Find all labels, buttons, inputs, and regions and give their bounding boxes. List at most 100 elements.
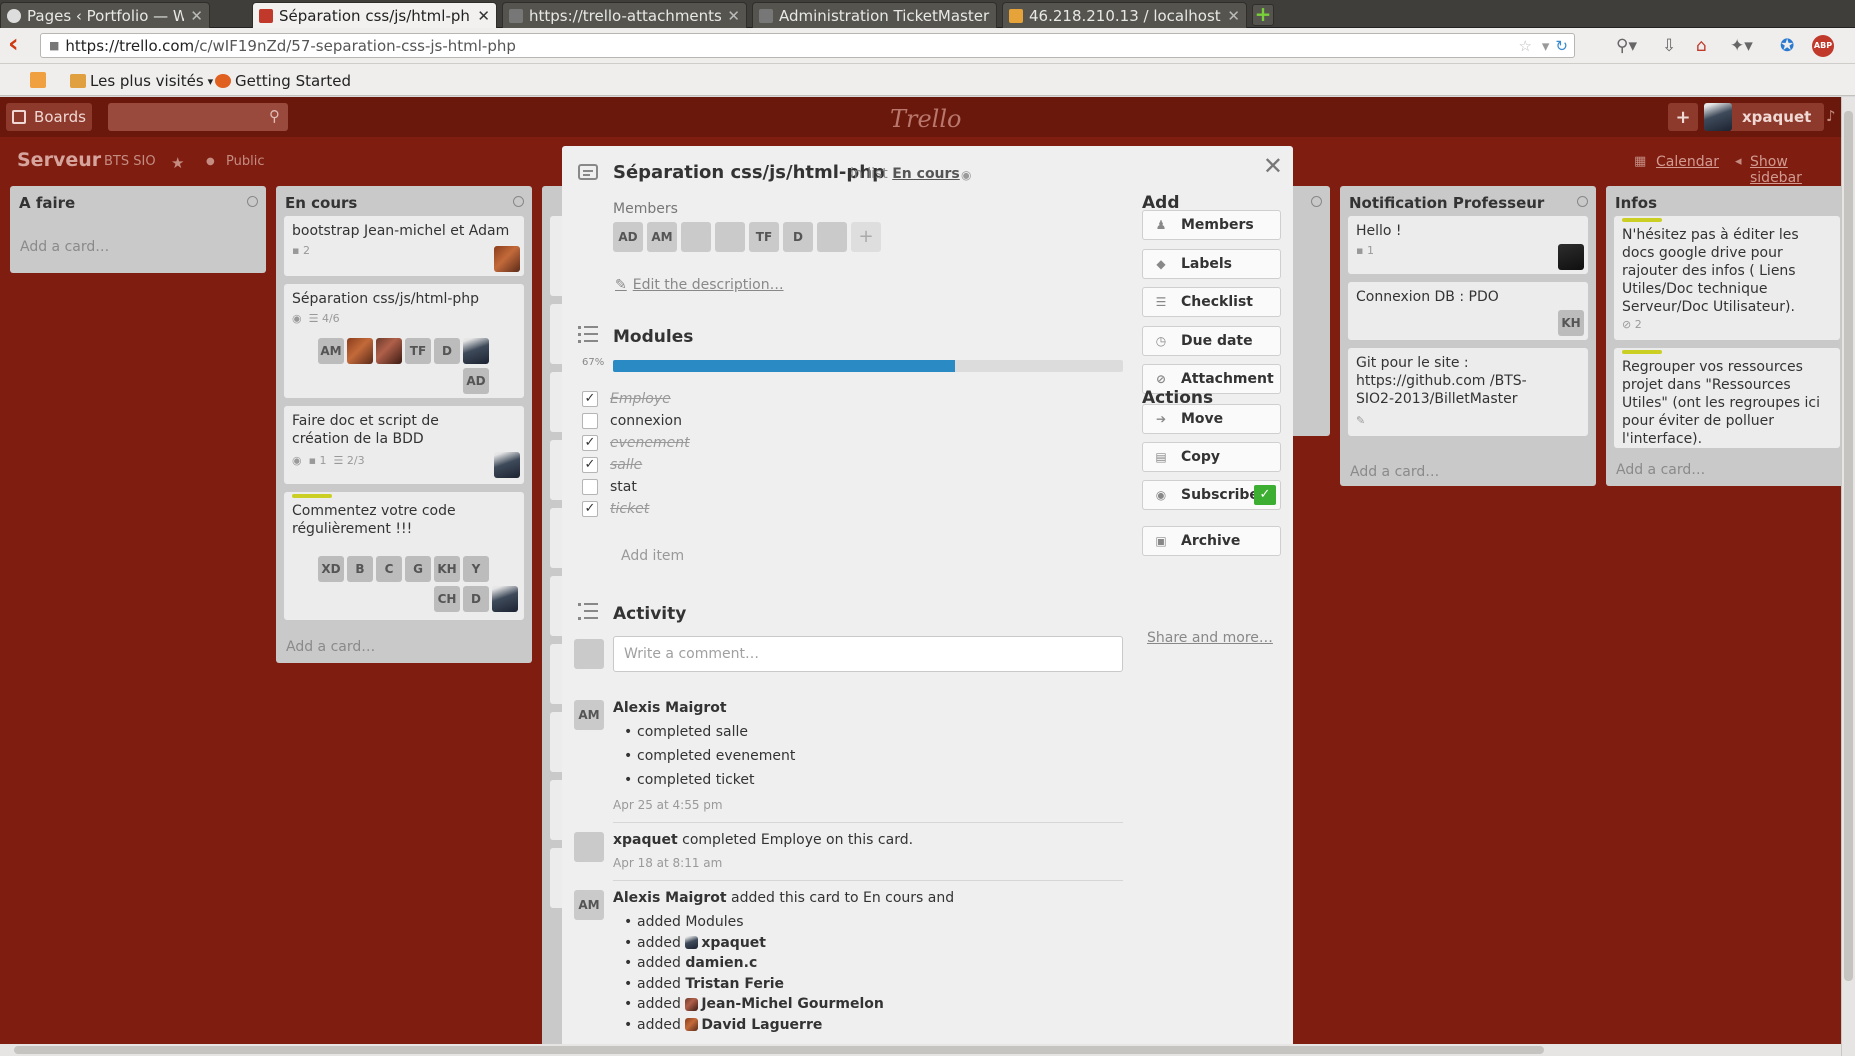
list-link[interactable]: En cours	[892, 166, 960, 182]
due-date-button[interactable]: ◷ Due date	[1142, 325, 1281, 356]
list-card[interactable]: Hello ! ▪ 1	[1348, 216, 1588, 274]
checklist-item-text[interactable]: connexion	[610, 413, 682, 429]
member-avatar[interactable]: TF	[749, 222, 779, 252]
add-card-link[interactable]: Add a card…	[1616, 462, 1705, 478]
checklist-item[interactable]: ✓ ticket	[582, 498, 649, 520]
vertical-scrollbar[interactable]	[1841, 97, 1855, 1056]
notifications-icon[interactable]: ♪	[1826, 107, 1836, 125]
close-tab-icon[interactable]: ✕	[190, 7, 203, 25]
card-title[interactable]: Séparation css/js/html-php	[613, 162, 885, 183]
member-avatar[interactable]	[817, 222, 847, 252]
close-tab-icon[interactable]: ✕	[477, 7, 490, 25]
list-card[interactable]: Git pour le site : https://github.com /B…	[1348, 348, 1588, 436]
list-menu-icon[interactable]	[247, 196, 258, 207]
calendar-link[interactable]: Calendar	[1656, 154, 1719, 170]
member-avatar[interactable]: AM	[647, 222, 677, 252]
edit-description-link[interactable]: ✎ Edit the description…	[615, 277, 784, 293]
labels-button[interactable]: ◆ Labels	[1142, 248, 1281, 279]
list-card[interactable]: Regrouper vos ressources projet dans "Re…	[1614, 348, 1840, 448]
member-avatar[interactable]	[715, 222, 745, 252]
star-icon[interactable]: ★	[171, 154, 184, 172]
show-sidebar-link[interactable]: Show sidebar	[1750, 154, 1841, 186]
checkbox-checked[interactable]: ✓	[582, 457, 598, 473]
checklist-item[interactable]: connexion	[582, 410, 682, 432]
rss-icon[interactable]	[30, 72, 46, 88]
checklist-button[interactable]: ☰ Checklist	[1142, 287, 1281, 317]
checkbox-checked[interactable]: ✓	[582, 501, 598, 517]
member-avatar[interactable]: AD	[613, 222, 643, 252]
home-icon[interactable]: ⌂	[1696, 36, 1707, 56]
checklist-item-text[interactable]: evenement	[610, 435, 690, 451]
activity-date[interactable]: Apr 25 at 4:55 pm	[613, 798, 723, 812]
search-icon[interactable]: ⚲	[269, 107, 280, 125]
watch-icon[interactable]: ◉	[961, 168, 971, 182]
list-card[interactable]: bootstrap Jean-michel et Adam ▪ 2	[284, 216, 524, 276]
browser-tab[interactable]: Administration TicketMaster	[752, 2, 997, 28]
list-card[interactable]: N'hésitez pas à éditer les docs google d…	[1614, 216, 1840, 340]
close-icon[interactable]: ✕	[1263, 152, 1283, 180]
share-link[interactable]: Share and more…	[1147, 630, 1273, 646]
move-button[interactable]: ➔ Move	[1142, 404, 1281, 434]
download-icon[interactable]: ⇩	[1662, 36, 1676, 56]
member-avatar[interactable]	[681, 222, 711, 252]
close-tab-icon[interactable]: ✕	[1227, 7, 1240, 25]
board-title[interactable]: Serveur	[17, 149, 101, 171]
list-menu-icon[interactable]	[1577, 196, 1588, 207]
bookmark-folder[interactable]: Les plus visités ▾	[70, 72, 213, 90]
comment-input[interactable]: Write a comment…	[613, 636, 1123, 672]
browser-tab[interactable]: Pages ‹ Portfolio — WordP… ✕	[0, 2, 210, 28]
activity-author[interactable]: Alexis Maigrot	[613, 700, 727, 716]
browser-tab[interactable]: 46.218.210.13 / localhost / t… ✕	[1002, 2, 1247, 28]
add-item-link[interactable]: Add item	[621, 548, 684, 564]
dropdown-icon[interactable]: ▾	[1542, 37, 1550, 55]
checklist-item-text[interactable]: Employe	[610, 391, 671, 407]
url-bar[interactable]: ■ https://trello.com/c/wIF19nZd/57-separ…	[40, 33, 1575, 58]
board-org[interactable]: BTS SIO	[104, 154, 156, 169]
checklist-item-text[interactable]: stat	[610, 479, 637, 495]
subscribe-button[interactable]: ◉ Subscribe ✓	[1142, 480, 1281, 510]
search-icon[interactable]: ⚲▾	[1616, 36, 1637, 56]
checklist-item[interactable]: ✓ evenement	[582, 432, 690, 454]
adblock-icon[interactable]: ABP	[1812, 35, 1834, 57]
addon-icon[interactable]: ✪	[1780, 36, 1794, 56]
checklist-item[interactable]: ✓ Employe	[582, 388, 671, 410]
add-member-button[interactable]: +	[851, 222, 881, 252]
scrollbar-thumb[interactable]	[14, 1046, 1544, 1054]
search-input[interactable]: ⚲	[108, 103, 288, 131]
activity-date[interactable]: Apr 18 at 8:11 am	[613, 856, 722, 870]
reload-icon[interactable]: ↻	[1555, 37, 1568, 55]
checkbox-checked[interactable]: ✓	[582, 391, 598, 407]
list-card[interactable]: Connexion DB : PDO KH	[1348, 282, 1588, 340]
browser-tab[interactable]: https://trello-attachments.… ✕	[502, 2, 747, 28]
checkbox-checked[interactable]: ✓	[582, 435, 598, 451]
list-menu-icon[interactable]	[1311, 196, 1322, 207]
checklist-item[interactable]: stat	[582, 476, 637, 498]
trello-logo[interactable]: Trello	[890, 105, 961, 133]
list-card[interactable]: Faire doc et script de création de la BD…	[284, 406, 524, 484]
checklist-item[interactable]: ✓ salle	[582, 454, 642, 476]
back-arrow-icon[interactable]: ‹	[8, 31, 32, 57]
add-button[interactable]: +	[1668, 103, 1698, 131]
members-button[interactable]: ♟ Members	[1142, 210, 1281, 240]
bookmark-link[interactable]: Getting Started	[215, 72, 351, 90]
member-menu-button[interactable]: xpaquet	[1704, 103, 1824, 131]
member-avatar[interactable]: D	[783, 222, 813, 252]
bookmark-star-icon[interactable]: ☆	[1518, 37, 1531, 55]
scrollbar-thumb[interactable]	[1844, 111, 1853, 981]
checkbox[interactable]	[582, 479, 598, 495]
archive-button[interactable]: ▣ Archive	[1142, 526, 1281, 556]
checklist-item-text[interactable]: ticket	[610, 501, 649, 517]
list-card-active[interactable]: Séparation css/js/html-php ◉ ☰ 4/6 AM TF…	[284, 284, 524, 398]
close-tab-icon[interactable]: ✕	[727, 7, 740, 25]
copy-button[interactable]: ▤ Copy	[1142, 442, 1281, 472]
list-menu-icon[interactable]	[513, 196, 524, 207]
checklist-title[interactable]: Modules	[613, 327, 693, 347]
browser-tab-active[interactable]: Séparation css/js/html-php … ✕	[252, 2, 497, 29]
checkbox[interactable]	[582, 413, 598, 429]
checklist-item-text[interactable]: salle	[610, 457, 642, 473]
extension-icon[interactable]: ✦▾	[1730, 36, 1753, 56]
add-card-link[interactable]: Add a card…	[20, 239, 109, 255]
boards-button[interactable]: Boards	[6, 103, 92, 131]
add-card-link[interactable]: Add a card…	[1350, 464, 1439, 480]
add-card-link[interactable]: Add a card…	[286, 639, 375, 655]
